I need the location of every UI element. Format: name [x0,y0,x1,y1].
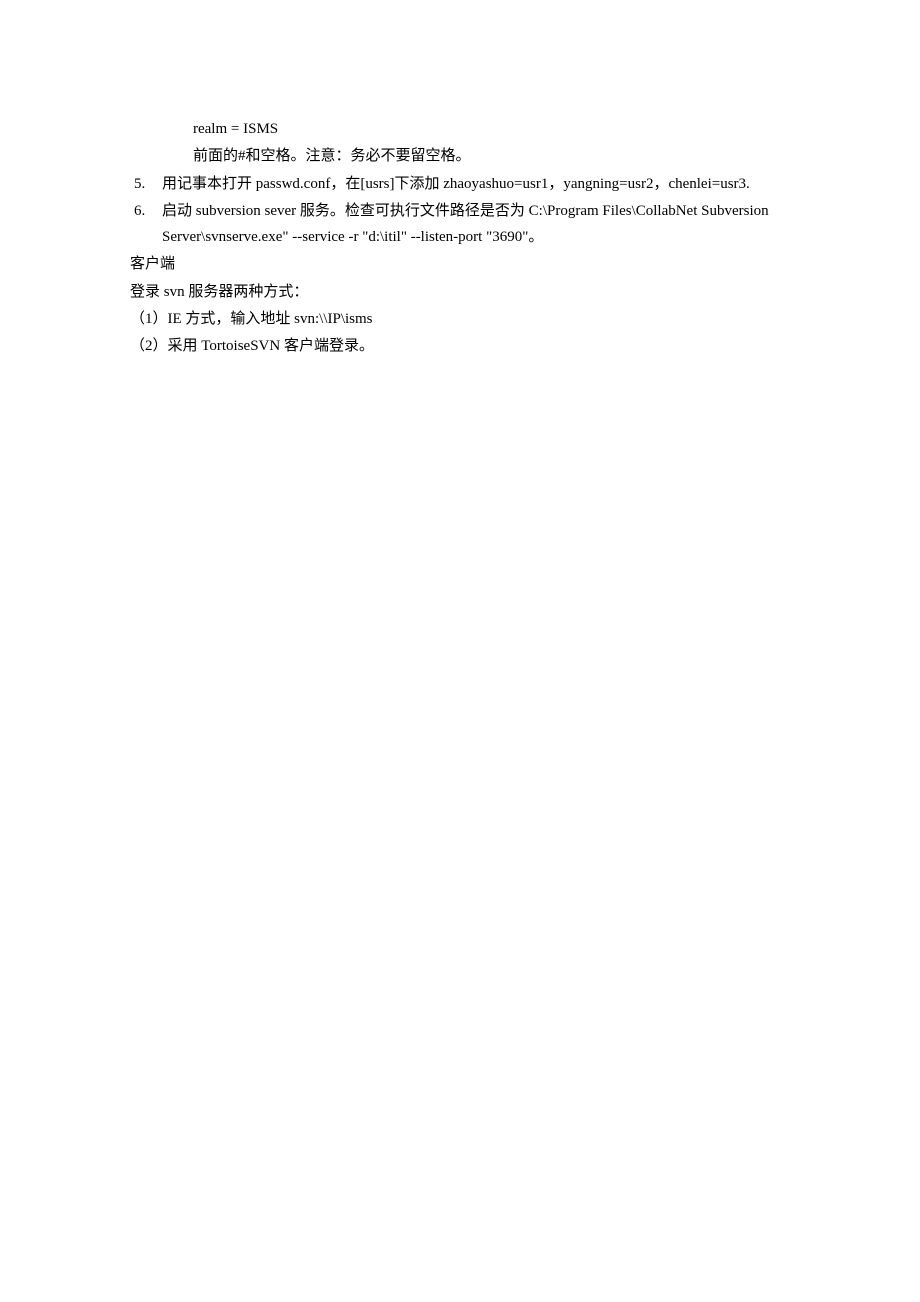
list-item: 5. 用记事本打开 passwd.conf，在[usrs]下添加 zhaoyas… [130,171,816,197]
login-method-1: （1）IE 方式，输入地址 svn:\\IP\isms [130,306,816,332]
config-note-hash: 前面的#和空格。注意：务必不要留空格。 [193,143,816,169]
section-heading-client: 客户端 [130,251,816,277]
list-marker-6: 6. [130,198,162,251]
login-intro: 登录 svn 服务器两种方式： [130,279,816,305]
list-content-6: 启动 subversion sever 服务。检查可执行文件路径是否为 C:\P… [162,198,816,251]
login-method-2: （2）采用 TortoiseSVN 客户端登录。 [130,333,816,359]
config-line-realm: realm = ISMS [193,116,816,142]
list-content-5: 用记事本打开 passwd.conf，在[usrs]下添加 zhaoyashuo… [162,171,816,197]
list-marker-5: 5. [130,171,162,197]
list-item: 6. 启动 subversion sever 服务。检查可执行文件路径是否为 C… [130,198,816,251]
